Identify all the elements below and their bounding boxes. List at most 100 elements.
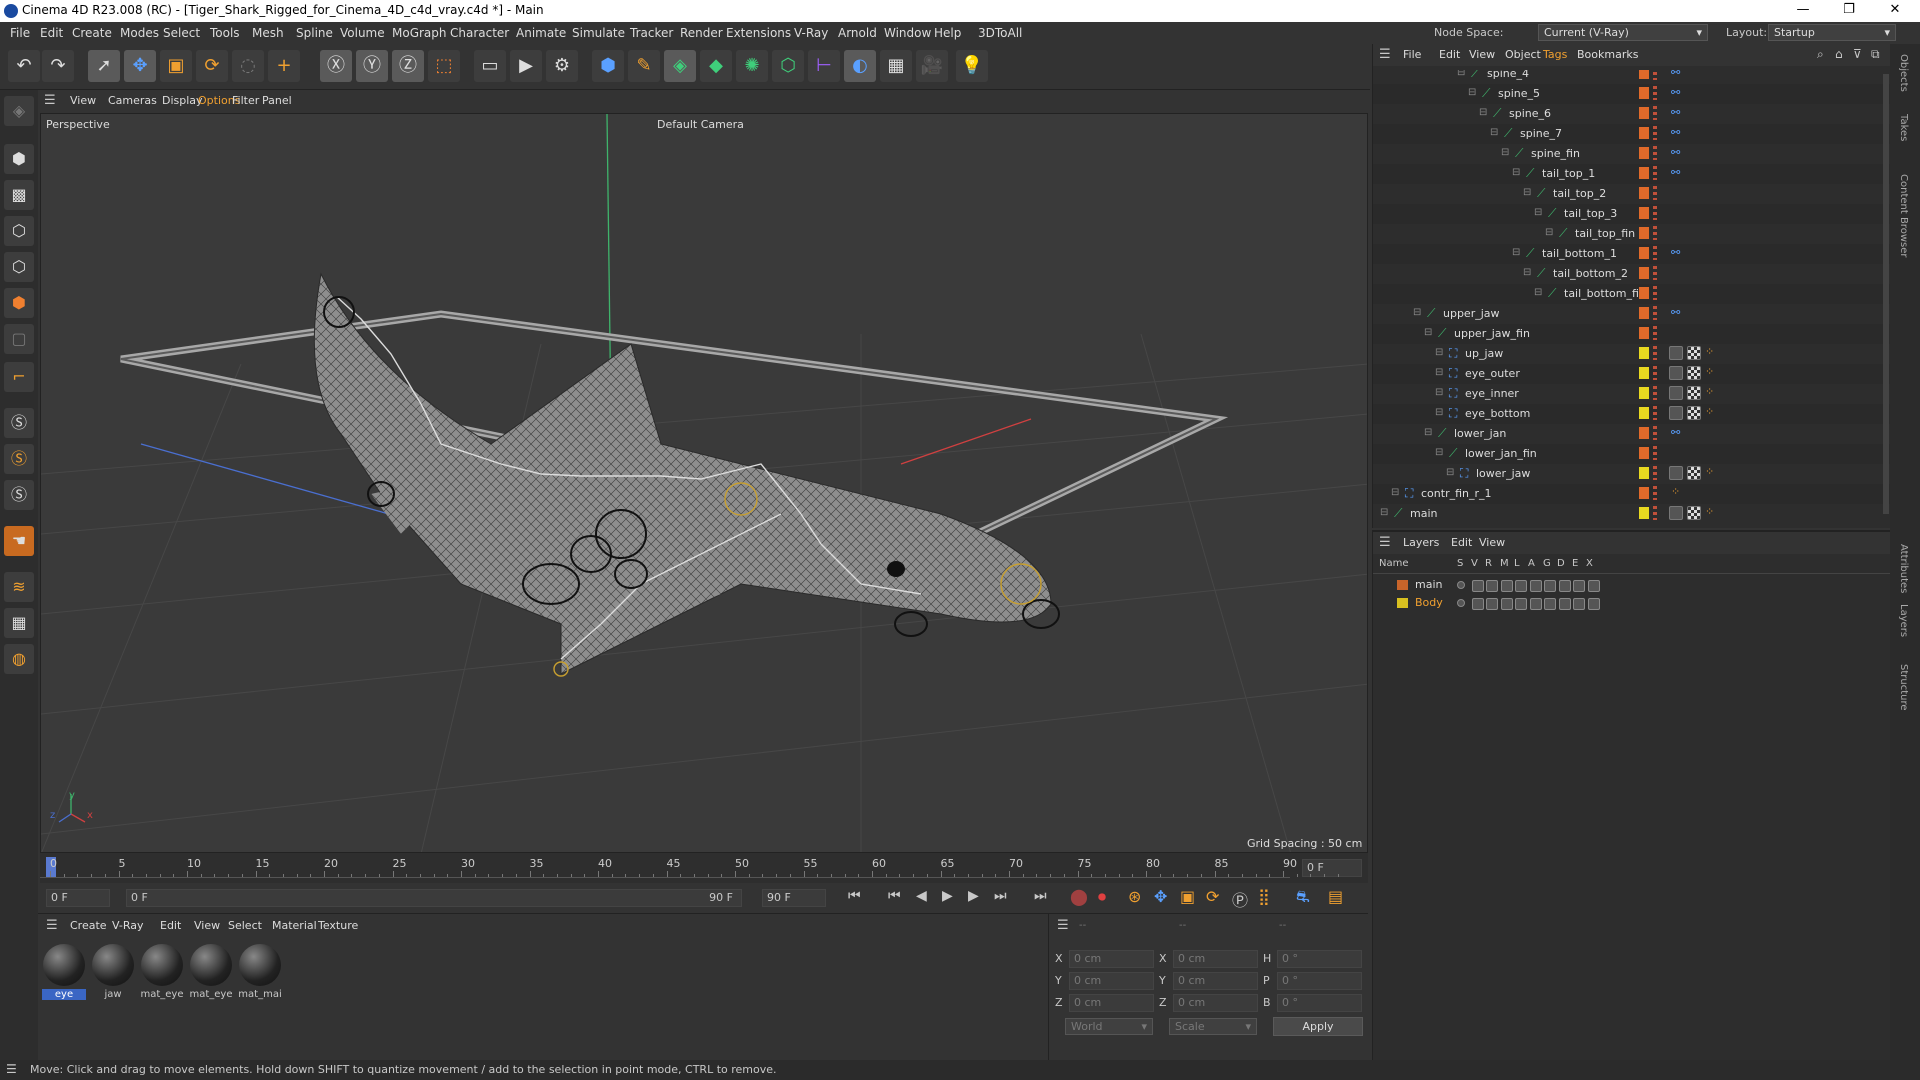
xref-icon[interactable] xyxy=(1587,580,1600,592)
hamburger-icon[interactable]: ☰ xyxy=(1379,535,1391,550)
object-row[interactable]: ⊟ ⛶ contr_fin_r_1 ⁘ xyxy=(1373,484,1891,504)
ik-tag-icon[interactable]: ⚯ xyxy=(1671,306,1680,319)
expression-icon[interactable] xyxy=(1573,580,1585,592)
view-menu-cameras[interactable]: Cameras xyxy=(108,94,157,107)
minimize-icon[interactable]: — xyxy=(1788,2,1818,20)
polygon-mode-icon[interactable]: ⬢ xyxy=(4,288,34,318)
animation-icon[interactable] xyxy=(1529,580,1542,592)
make-editable-icon[interactable]: ◈ xyxy=(4,96,34,126)
y-axis-icon[interactable]: Ⓨ xyxy=(356,50,388,82)
paint-icon[interactable]: ◍ xyxy=(4,644,34,674)
layer-menu-edit[interactable]: Edit xyxy=(1451,536,1472,549)
layer-color-swatch[interactable] xyxy=(1639,347,1649,359)
tree-expander-icon[interactable]: ⊟ xyxy=(1446,467,1454,478)
visibility-toggle[interactable] xyxy=(1653,366,1657,380)
object-menu-file[interactable]: File xyxy=(1403,48,1421,61)
x-axis-icon[interactable]: Ⓧ xyxy=(320,50,352,82)
menu-extensions[interactable]: Extensions xyxy=(726,26,791,40)
tree-expander-icon[interactable]: ⊟ xyxy=(1545,227,1553,238)
object-row[interactable]: ⊟ ⟋ upper_jaw ⚯ xyxy=(1373,304,1891,324)
locking-icon[interactable]: ☚ xyxy=(4,526,34,556)
object-row[interactable]: ⊟ ⟋ spine_fin ⚯ xyxy=(1373,144,1891,164)
visibility-toggle[interactable] xyxy=(1653,166,1657,180)
size-x-field[interactable]: 0 cm xyxy=(1173,950,1258,968)
close-icon[interactable]: ✕ xyxy=(1880,2,1910,20)
tree-expander-icon[interactable]: ⊟ xyxy=(1479,107,1487,118)
extrude-icon[interactable]: ◆ xyxy=(700,50,732,82)
object-row[interactable]: ⊟ ⟋ tail_bottom_fin xyxy=(1373,284,1891,304)
texture-tag-icon[interactable] xyxy=(1687,366,1701,380)
side-tab-objects[interactable]: Objects xyxy=(1898,54,1909,92)
visibility-toggle[interactable] xyxy=(1653,426,1657,440)
tree-expander-icon[interactable]: ⊟ xyxy=(1534,287,1542,298)
lock-icon[interactable] xyxy=(1515,598,1527,610)
layer-color-swatch[interactable] xyxy=(1639,227,1649,239)
generator-icon[interactable] xyxy=(1544,580,1556,592)
weight-tag-icon[interactable]: ⁘ xyxy=(1705,345,1714,358)
eye-icon[interactable] xyxy=(1471,580,1484,592)
side-tab-attributes[interactable]: Attributes xyxy=(1898,544,1909,593)
layer-color-swatch[interactable] xyxy=(1639,427,1649,439)
weight-tag-icon[interactable]: ⁘ xyxy=(1705,405,1714,418)
ik-tag-icon[interactable]: ⚯ xyxy=(1671,426,1680,439)
material-tag-icon[interactable] xyxy=(1669,466,1683,480)
rotate-tool-icon[interactable]: ⟳ xyxy=(196,50,228,82)
material-item[interactable]: mat_mai xyxy=(238,942,282,1006)
tree-expander-icon[interactable]: ⊟ xyxy=(1501,147,1509,158)
coord-mode-select[interactable]: Scale ▾ xyxy=(1169,1018,1257,1035)
tree-expander-icon[interactable]: ⊟ xyxy=(1424,427,1432,438)
weight-tag-icon[interactable]: ⁘ xyxy=(1705,465,1714,478)
prev-key-icon[interactable]: ⏮ xyxy=(888,888,901,904)
view-menu-display[interactable]: Display xyxy=(162,94,203,107)
material-menu-select[interactable]: Select xyxy=(228,919,262,932)
subdivision-icon[interactable]: ◈ xyxy=(664,50,696,82)
layer-color-swatch[interactable] xyxy=(1639,187,1649,199)
rotation-p-field[interactable]: 0 ° xyxy=(1277,972,1362,990)
layer-column-v[interactable]: V xyxy=(1471,558,1478,569)
snap-icon[interactable]: Ⓢ xyxy=(4,408,34,438)
material-item[interactable]: eye xyxy=(42,942,86,1006)
uv-mode-icon[interactable]: ▢ xyxy=(4,324,34,354)
object-row[interactable]: ⊟ ⟋ tail_top_2 xyxy=(1373,184,1891,204)
menu-help[interactable]: Help xyxy=(934,26,961,40)
layer-color-swatch[interactable] xyxy=(1639,247,1649,259)
menu-v-ray[interactable]: V-Ray xyxy=(794,26,828,40)
side-tab-content-browser[interactable]: Content Browser xyxy=(1898,174,1909,257)
rotation-b-field[interactable]: 0 ° xyxy=(1277,994,1362,1012)
layer-color-swatch[interactable] xyxy=(1639,307,1649,319)
timeline-window-icon[interactable]: ▤ xyxy=(1328,887,1343,906)
max-frame-field[interactable]: 90 F xyxy=(762,889,826,907)
manager-icon[interactable] xyxy=(1500,580,1513,592)
manager-icon[interactable] xyxy=(1500,598,1513,610)
visibility-toggle[interactable] xyxy=(1653,226,1657,240)
model-mode-icon[interactable]: ⬢ xyxy=(4,144,34,174)
snap-settings-icon[interactable]: Ⓢ xyxy=(4,444,34,474)
layer-color-swatch[interactable] xyxy=(1397,580,1408,590)
position-z-field[interactable]: 0 cm xyxy=(1069,994,1154,1012)
go-to-start-icon[interactable]: ⏮ xyxy=(848,888,861,904)
menu-modes[interactable]: Modes xyxy=(120,26,159,40)
object-menu-object[interactable]: Object xyxy=(1505,48,1541,61)
tree-expander-icon[interactable]: ⊟ xyxy=(1380,507,1388,518)
material-tag-icon[interactable] xyxy=(1669,386,1683,400)
menu-file[interactable]: File xyxy=(10,26,30,40)
texture-tag-icon[interactable] xyxy=(1687,346,1701,360)
side-tab-layers[interactable]: Layers xyxy=(1898,604,1909,637)
floor-grid-icon[interactable]: ▦ xyxy=(4,608,34,638)
hamburger-icon[interactable]: ☰ xyxy=(46,918,58,933)
cloner-icon[interactable]: ✺ xyxy=(736,50,768,82)
layer-color-swatch[interactable] xyxy=(1639,87,1649,99)
ik-tag-icon[interactable]: ⚯ xyxy=(1671,86,1680,99)
tree-expander-icon[interactable]: ⊟ xyxy=(1413,307,1421,318)
material-menu-material[interactable]: Material xyxy=(272,919,317,932)
voronoi-icon[interactable]: ⬡ xyxy=(772,50,804,82)
material-menu-view[interactable]: View xyxy=(194,919,220,932)
visibility-toggle[interactable] xyxy=(1653,246,1657,260)
layer-column-d[interactable]: D xyxy=(1557,558,1565,569)
position-y-field[interactable]: 0 cm xyxy=(1069,972,1154,990)
object-row[interactable]: ⊟ ⛶ up_jaw ⁘ xyxy=(1373,344,1891,364)
layer-color-swatch[interactable] xyxy=(1639,387,1649,399)
eye-icon[interactable] xyxy=(1471,598,1484,610)
generator-icon[interactable] xyxy=(1544,598,1556,610)
3d-viewport[interactable]: Perspective Default Camera Grid Spacing … xyxy=(40,113,1368,853)
